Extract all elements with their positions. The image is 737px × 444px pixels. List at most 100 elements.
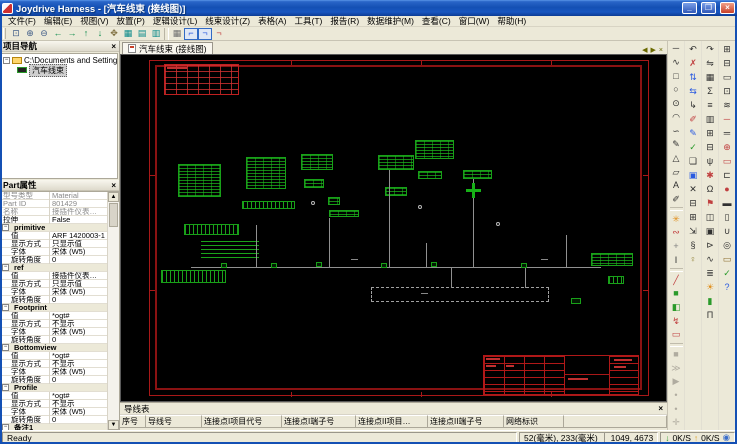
callout-tool-icon[interactable]: ✐ [669,193,684,207]
arc-tool-icon[interactable]: ◠ [669,111,684,125]
collapse-icon[interactable]: − [2,344,9,351]
spline-tool-icon[interactable]: ∽ [669,124,684,138]
drawing-canvas[interactable] [120,54,667,402]
property-grid-scrollbar[interactable]: ▲ ▼ [107,192,119,430]
wirecol-conn2-ref[interactable]: 连接点II项目… [356,415,428,428]
tools-separator[interactable] [670,207,683,211]
fuse-icon[interactable]: ▭ [720,252,735,266]
component-table[interactable] [463,170,492,179]
zoom-in-icon[interactable]: ⊕ [23,28,37,40]
coil-icon[interactable]: ∿ [703,252,718,266]
cross-connector[interactable] [472,183,475,198]
swap-icon[interactable]: ⇆ [686,84,701,98]
dot-icon[interactable]: • [669,389,684,403]
blue-pen-icon[interactable]: ✎ [686,126,701,140]
close-icon[interactable]: × [658,404,663,413]
collapse-icon[interactable]: − [3,57,10,64]
zoom-select-icon[interactable]: ⊡ [720,84,735,98]
menu-help[interactable]: 帮助(H) [493,15,530,27]
tab-next-icon[interactable]: ▶ [651,46,656,54]
branch-icon[interactable]: ↳ [686,98,701,112]
ground-icon[interactable]: ≣ [703,266,718,280]
connector-comb[interactable] [161,270,226,283]
wirecol-conn1-terminal[interactable]: 连接点I端子号 [282,415,356,428]
restore-button[interactable]: ❐ [701,2,716,14]
fill-tool-icon[interactable]: ■ [669,287,684,301]
split-view-icon[interactable]: ◫ [703,210,718,224]
check-icon[interactable]: ✓ [686,140,701,154]
layers-icon[interactable]: ≋ [720,98,735,112]
menu-place[interactable]: 放置(P) [113,15,149,27]
wirecol-conn2-terminal[interactable]: 连接点II端子号 [428,415,504,428]
table-icon[interactable]: ▦ [703,70,718,84]
menu-view[interactable]: 视图(V) [76,15,112,27]
undo-icon[interactable]: ↶ [686,42,701,56]
mark-icon[interactable]: ✱ [703,168,718,182]
preview-icon[interactable]: ⊞ [686,210,701,224]
tile-horizontal-icon[interactable]: ▤ [135,28,149,40]
pan-hand-icon[interactable]: ✥ [107,28,121,40]
wirecol-conn1-ref[interactable]: 连接点I项目代号 [202,415,282,428]
connector-symbol[interactable] [304,179,324,188]
minimize-button[interactable]: _ [682,2,697,14]
lamp-icon[interactable]: ☀ [703,280,718,294]
red-line-tool-icon[interactable]: ╱ [669,273,684,287]
splice-icon[interactable]: ⊕ [720,140,735,154]
export-icon[interactable]: ⇲ [686,224,701,238]
bundle-icon[interactable]: ═ [720,126,735,140]
component-table[interactable] [178,164,221,197]
terminal-icon[interactable]: ⊏ [720,168,735,182]
revision-table[interactable] [164,64,239,95]
scroll-up-icon[interactable]: ▲ [108,192,119,202]
highlight-net-icon[interactable]: ¬ [212,28,226,40]
stop-icon[interactable]: ■ [669,348,684,362]
omega-icon[interactable]: Ω [703,182,718,196]
splice-symbol[interactable] [571,298,581,304]
grid-icon[interactable]: ▦ [170,28,184,40]
star-tool-icon[interactable]: ✳ [669,212,684,226]
tile-vertical-icon[interactable]: ▥ [149,28,163,40]
title-block[interactable] [483,355,639,395]
roundrect-tool-icon[interactable]: ▱ [669,165,684,179]
tools-separator[interactable] [670,343,683,347]
toolbar-grip[interactable] [3,28,6,39]
grommet-icon[interactable]: ◎ [720,238,735,252]
move-up-icon[interactable]: ⇅ [686,70,701,84]
component-table[interactable] [378,155,414,170]
ortho-icon[interactable]: ⌐ [184,28,198,40]
component-lib-icon[interactable]: ⊞ [720,42,735,56]
pan-right-icon[interactable]: → [65,28,79,40]
netlist-icon[interactable]: ⊟ [720,56,735,70]
collapse-icon[interactable]: − [2,384,9,391]
menu-table[interactable]: 表格(A) [254,15,290,27]
fit-all-icon[interactable]: ▦ [121,28,135,40]
connector-comb[interactable] [608,276,624,284]
probe-icon[interactable]: ψ [703,154,718,168]
mirror-icon[interactable]: ⇋ [703,56,718,70]
wirecol-wire-no[interactable]: 导线号 [146,415,202,428]
component-table[interactable] [591,253,633,266]
polyline-tool-icon[interactable]: ∿ [669,56,684,70]
menu-check[interactable]: 查看(C) [418,15,455,27]
bom-icon[interactable]: ▥ [703,112,718,126]
polygon-tool-icon[interactable]: △ [669,152,684,166]
collapse-icon[interactable]: − [2,224,9,231]
help-icon[interactable]: ? [720,280,735,294]
chip-icon[interactable]: ▣ [703,224,718,238]
save-icon[interactable]: ▣ [686,168,701,182]
scroll-down-icon[interactable]: ▼ [108,420,119,430]
zoom-window-icon[interactable]: ⊡ [9,28,23,40]
relay-icon[interactable]: Π [703,308,718,322]
sum-icon[interactable]: Σ [703,84,718,98]
window-tile-icon[interactable]: ⊞ [703,126,718,140]
rect-tool-icon[interactable]: □ [669,69,684,83]
red-rect-tool-icon[interactable]: ▭ [669,328,684,342]
collapse-icon[interactable]: − [2,304,9,311]
print-icon[interactable]: ⊟ [686,196,701,210]
wirecol-net-id[interactable]: 网络标识 [504,415,564,428]
pan-up-icon[interactable]: ↑ [79,28,93,40]
clamp-icon[interactable]: ∪ [720,224,735,238]
menu-edit[interactable]: 编辑(E) [40,15,76,27]
toolbar-separator[interactable] [164,28,169,40]
line-tool-icon[interactable]: ─ [669,42,684,56]
